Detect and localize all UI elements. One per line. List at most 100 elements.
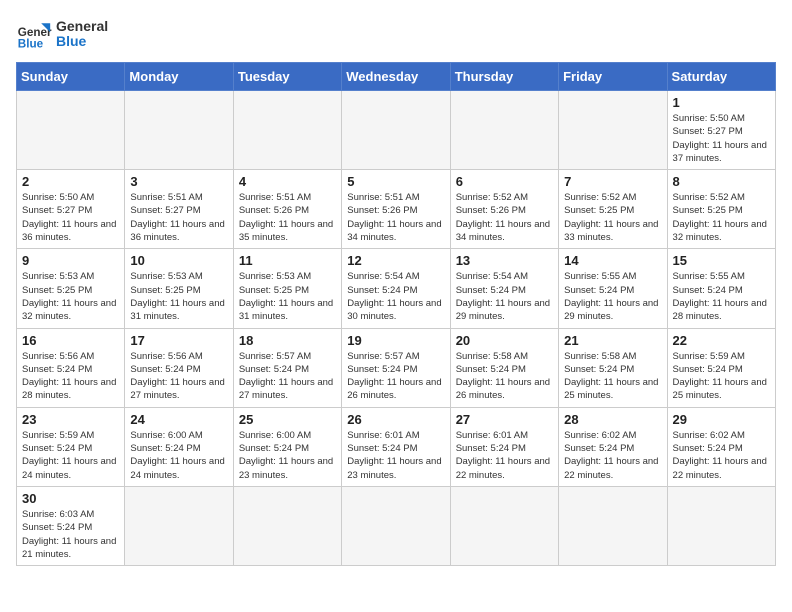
day-number: 22 (673, 333, 770, 348)
day-info: Sunrise: 6:03 AM Sunset: 5:24 PM Dayligh… (22, 508, 119, 561)
day-number: 13 (456, 253, 553, 268)
day-number: 5 (347, 174, 444, 189)
calendar-cell (125, 486, 233, 565)
calendar-cell: 1 Sunrise: 5:50 AM Sunset: 5:27 PM Daylig… (667, 91, 775, 170)
logo-icon: General Blue (16, 16, 52, 52)
weekday-header-thursday: Thursday (450, 63, 558, 91)
day-info: Sunrise: 5:53 AM Sunset: 5:25 PM Dayligh… (22, 270, 119, 323)
day-info: Sunrise: 5:51 AM Sunset: 5:26 PM Dayligh… (347, 191, 444, 244)
day-number: 6 (456, 174, 553, 189)
day-info: Sunrise: 5:52 AM Sunset: 5:25 PM Dayligh… (564, 191, 661, 244)
logo-blue-text: Blue (56, 34, 108, 49)
calendar-cell: 28 Sunrise: 6:02 AM Sunset: 5:24 PM Dayli… (559, 407, 667, 486)
day-number: 12 (347, 253, 444, 268)
calendar-cell: 5 Sunrise: 5:51 AM Sunset: 5:26 PM Daylig… (342, 170, 450, 249)
calendar-cell: 29 Sunrise: 6:02 AM Sunset: 5:24 PM Dayli… (667, 407, 775, 486)
calendar-cell (233, 91, 341, 170)
calendar-table: SundayMondayTuesdayWednesdayThursdayFrid… (16, 62, 776, 566)
calendar-cell: 30Sunrise: 6:03 AM Sunset: 5:24 PM Dayli… (17, 486, 125, 565)
weekday-header-tuesday: Tuesday (233, 63, 341, 91)
calendar-cell: 4 Sunrise: 5:51 AM Sunset: 5:26 PM Daylig… (233, 170, 341, 249)
day-info: Sunrise: 5:53 AM Sunset: 5:25 PM Dayligh… (239, 270, 336, 323)
day-info: Sunrise: 6:02 AM Sunset: 5:24 PM Dayligh… (564, 429, 661, 482)
day-number: 15 (673, 253, 770, 268)
day-number: 20 (456, 333, 553, 348)
weekday-header-saturday: Saturday (667, 63, 775, 91)
day-number: 1 (673, 95, 770, 110)
day-info: Sunrise: 5:54 AM Sunset: 5:24 PM Dayligh… (456, 270, 553, 323)
calendar-cell: 25Sunrise: 6:00 AM Sunset: 5:24 PM Dayli… (233, 407, 341, 486)
calendar-cell: 9Sunrise: 5:53 AM Sunset: 5:25 PM Daylig… (17, 249, 125, 328)
weekday-header-friday: Friday (559, 63, 667, 91)
day-number: 2 (22, 174, 119, 189)
day-info: Sunrise: 5:51 AM Sunset: 5:26 PM Dayligh… (239, 191, 336, 244)
calendar-cell: 11 Sunrise: 5:53 AM Sunset: 5:25 PM Dayli… (233, 249, 341, 328)
calendar-cell: 7Sunrise: 5:52 AM Sunset: 5:25 PM Daylig… (559, 170, 667, 249)
calendar-cell (450, 91, 558, 170)
day-info: Sunrise: 5:58 AM Sunset: 5:24 PM Dayligh… (564, 350, 661, 403)
calendar-cell (559, 486, 667, 565)
day-number: 11 (239, 253, 336, 268)
day-number: 4 (239, 174, 336, 189)
calendar-cell: 6 Sunrise: 5:52 AM Sunset: 5:26 PM Daylig… (450, 170, 558, 249)
day-info: Sunrise: 5:54 AM Sunset: 5:24 PM Dayligh… (347, 270, 444, 323)
day-info: Sunrise: 5:59 AM Sunset: 5:24 PM Dayligh… (673, 350, 770, 403)
calendar-cell: 17 Sunrise: 5:56 AM Sunset: 5:24 PM Dayli… (125, 328, 233, 407)
calendar-cell: 23 Sunrise: 5:59 AM Sunset: 5:24 PM Dayli… (17, 407, 125, 486)
day-number: 21 (564, 333, 661, 348)
calendar-cell: 12 Sunrise: 5:54 AM Sunset: 5:24 PM Dayli… (342, 249, 450, 328)
calendar-cell: 26 Sunrise: 6:01 AM Sunset: 5:24 PM Dayli… (342, 407, 450, 486)
day-info: Sunrise: 5:55 AM Sunset: 5:24 PM Dayligh… (564, 270, 661, 323)
day-info: Sunrise: 5:50 AM Sunset: 5:27 PM Dayligh… (22, 191, 119, 244)
day-info: Sunrise: 5:51 AM Sunset: 5:27 PM Dayligh… (130, 191, 227, 244)
day-number: 29 (673, 412, 770, 427)
calendar-cell: 27 Sunrise: 6:01 AM Sunset: 5:24 PM Dayli… (450, 407, 558, 486)
calendar-cell (17, 91, 125, 170)
calendar-cell: 3Sunrise: 5:51 AM Sunset: 5:27 PM Daylig… (125, 170, 233, 249)
day-info: Sunrise: 5:55 AM Sunset: 5:24 PM Dayligh… (673, 270, 770, 323)
day-number: 17 (130, 333, 227, 348)
day-info: Sunrise: 5:59 AM Sunset: 5:24 PM Dayligh… (22, 429, 119, 482)
day-number: 25 (239, 412, 336, 427)
day-info: Sunrise: 6:01 AM Sunset: 5:24 PM Dayligh… (347, 429, 444, 482)
day-number: 19 (347, 333, 444, 348)
day-number: 28 (564, 412, 661, 427)
calendar-cell: 18Sunrise: 5:57 AM Sunset: 5:24 PM Dayli… (233, 328, 341, 407)
calendar-cell (667, 486, 775, 565)
day-info: Sunrise: 5:53 AM Sunset: 5:25 PM Dayligh… (130, 270, 227, 323)
logo-general-text: General (56, 19, 108, 34)
day-info: Sunrise: 5:56 AM Sunset: 5:24 PM Dayligh… (130, 350, 227, 403)
calendar-cell: 24Sunrise: 6:00 AM Sunset: 5:24 PM Dayli… (125, 407, 233, 486)
calendar-cell: 19Sunrise: 5:57 AM Sunset: 5:24 PM Dayli… (342, 328, 450, 407)
calendar-cell: 14 Sunrise: 5:55 AM Sunset: 5:24 PM Dayli… (559, 249, 667, 328)
calendar-cell: 16 Sunrise: 5:56 AM Sunset: 5:24 PM Dayli… (17, 328, 125, 407)
weekday-header-sunday: Sunday (17, 63, 125, 91)
logo: General Blue General Blue (16, 16, 108, 52)
day-number: 26 (347, 412, 444, 427)
calendar-cell (125, 91, 233, 170)
day-number: 14 (564, 253, 661, 268)
day-info: Sunrise: 5:50 AM Sunset: 5:27 PM Dayligh… (673, 112, 770, 165)
day-info: Sunrise: 6:01 AM Sunset: 5:24 PM Dayligh… (456, 429, 553, 482)
day-info: Sunrise: 5:52 AM Sunset: 5:25 PM Dayligh… (673, 191, 770, 244)
calendar-cell (233, 486, 341, 565)
day-number: 16 (22, 333, 119, 348)
day-info: Sunrise: 5:58 AM Sunset: 5:24 PM Dayligh… (456, 350, 553, 403)
day-number: 10 (130, 253, 227, 268)
day-number: 27 (456, 412, 553, 427)
day-info: Sunrise: 5:56 AM Sunset: 5:24 PM Dayligh… (22, 350, 119, 403)
calendar-cell: 8Sunrise: 5:52 AM Sunset: 5:25 PM Daylig… (667, 170, 775, 249)
calendar-cell: 21 Sunrise: 5:58 AM Sunset: 5:24 PM Dayli… (559, 328, 667, 407)
day-number: 18 (239, 333, 336, 348)
calendar-cell (559, 91, 667, 170)
day-number: 23 (22, 412, 119, 427)
calendar-cell: 13 Sunrise: 5:54 AM Sunset: 5:24 PM Dayli… (450, 249, 558, 328)
calendar-cell (342, 91, 450, 170)
calendar-cell (342, 486, 450, 565)
day-info: Sunrise: 5:52 AM Sunset: 5:26 PM Dayligh… (456, 191, 553, 244)
calendar-cell (450, 486, 558, 565)
weekday-header-monday: Monday (125, 63, 233, 91)
day-info: Sunrise: 6:02 AM Sunset: 5:24 PM Dayligh… (673, 429, 770, 482)
weekday-header-wednesday: Wednesday (342, 63, 450, 91)
day-number: 24 (130, 412, 227, 427)
